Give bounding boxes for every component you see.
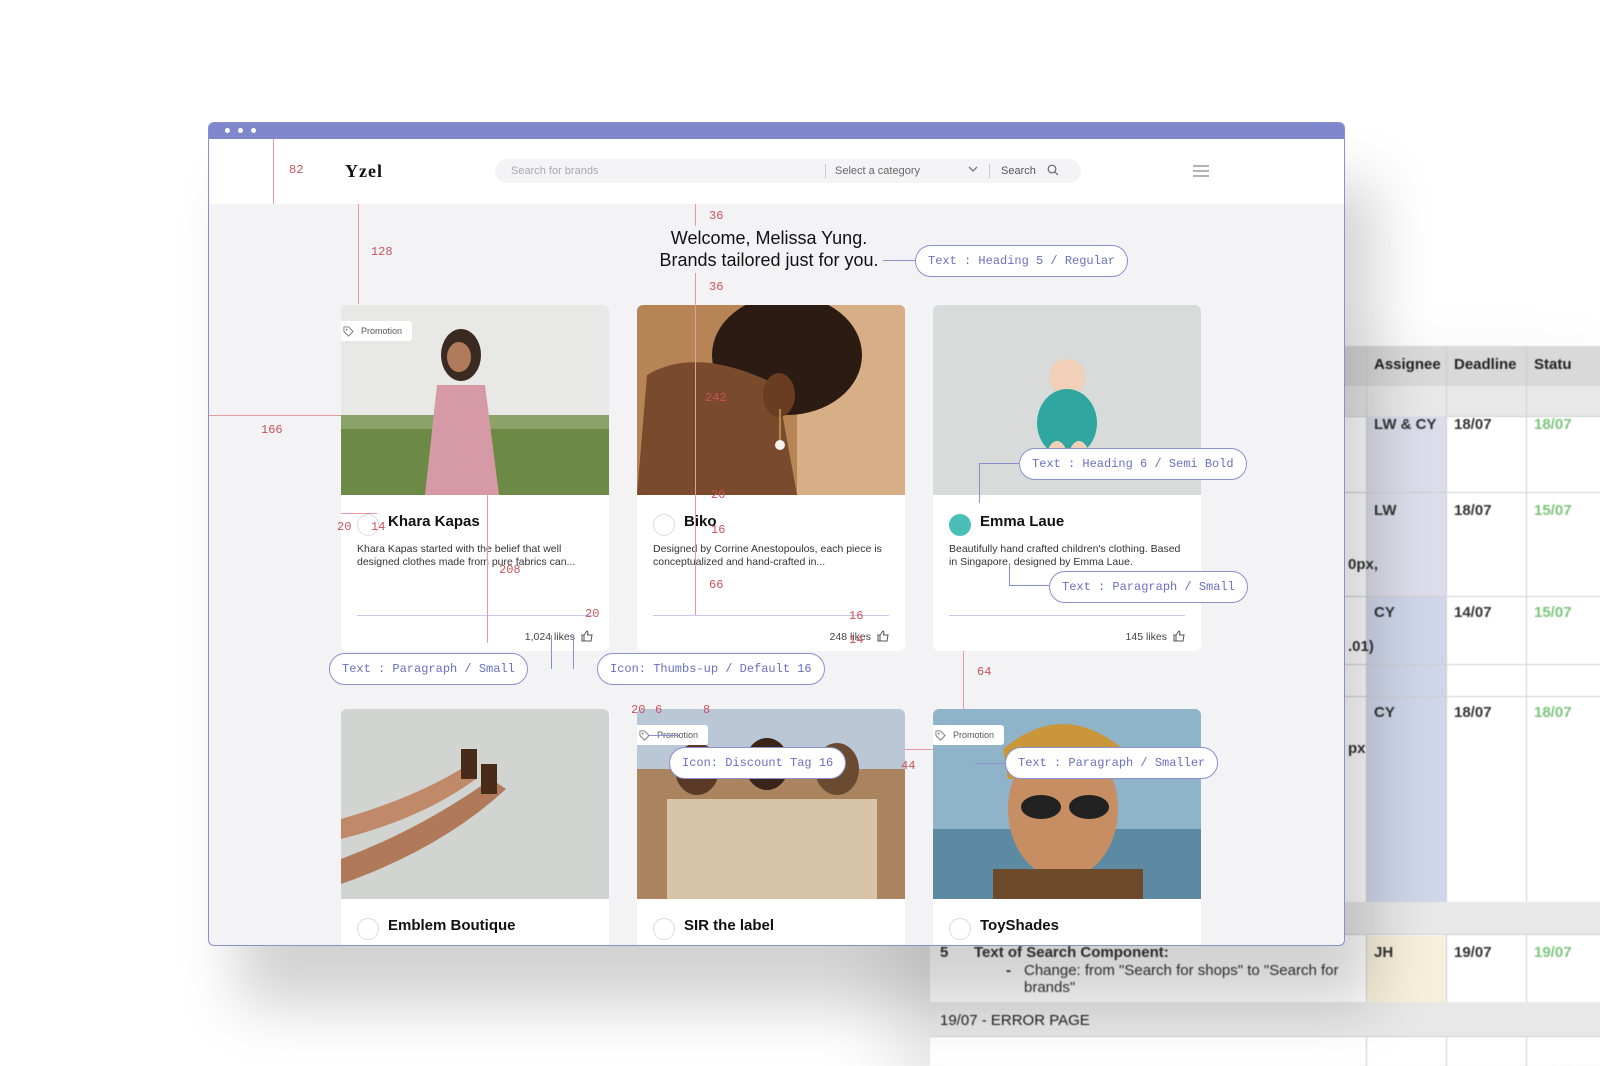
spacing-annotation: 36 [709, 209, 724, 223]
discount-tag-icon [343, 326, 354, 337]
promotion-label: Promotion [953, 730, 995, 740]
promotion-badge: Promotion [933, 725, 1005, 745]
spacing-annotation: 166 [261, 423, 283, 437]
style-annotation: Text : Paragraph / Small [329, 653, 528, 685]
spacing-annotation: 20 [711, 488, 726, 502]
thumbs-up-icon[interactable] [581, 630, 593, 642]
sheet-side-note: px [1348, 740, 1366, 757]
likes-count: 145 likes [1125, 631, 1167, 643]
sheet-header-deadline: Deadline [1454, 356, 1517, 373]
category-select[interactable]: Select a category [835, 165, 920, 177]
brand-name[interactable]: SIR the label [684, 917, 774, 934]
thumbs-up-icon[interactable] [1173, 630, 1185, 642]
window-dot-icon[interactable] [238, 128, 243, 133]
discount-tag-icon [935, 730, 946, 741]
card-divider [357, 615, 593, 616]
card-divider [949, 615, 1185, 616]
spacing-annotation: 8 [703, 703, 711, 717]
style-annotation: Text : Heading 5 / Regular [915, 245, 1129, 277]
brand-card[interactable]: Promotion ToyShades [933, 709, 1201, 945]
style-annotation: Text : Paragraph / Smaller [1005, 747, 1219, 779]
search-button[interactable]: Search [1001, 165, 1036, 177]
brand-image [341, 709, 609, 899]
sheet-section-label: 19/07 - ERROR PAGE [940, 1012, 1090, 1029]
sheet-side-note: 0px, [1348, 556, 1379, 573]
spacing-annotation: 20 [337, 520, 352, 534]
spacing-annotation: 20 [631, 703, 646, 717]
style-annotation: Icon: Discount Tag 16 [669, 747, 847, 779]
brand-image [637, 305, 905, 495]
search-input[interactable] [511, 159, 811, 183]
spacing-annotation: 36 [709, 280, 724, 294]
brand-card[interactable]: Promotion SIR the label [637, 709, 905, 945]
search-bar: Select a category Search [495, 159, 1081, 183]
search-icon[interactable] [1047, 164, 1059, 176]
spacing-annotation: 20 [585, 607, 600, 621]
window-dot-icon[interactable] [225, 128, 230, 133]
style-annotation: Icon: Thumbs-up / Default 16 [597, 653, 825, 685]
spacing-annotation: 208 [499, 563, 521, 577]
site-header: Yzel Select a category Search [209, 139, 1344, 204]
window-dot-icon[interactable] [251, 128, 256, 133]
sheet-header-assignee: Assignee [1374, 356, 1441, 373]
spacing-annotation: 6 [655, 703, 663, 717]
spacing-annotation: 14 [849, 633, 864, 647]
spacing-annotation: 44 [901, 759, 916, 773]
spacing-annotation: 128 [371, 245, 393, 259]
spacing-annotation: 16 [711, 523, 726, 537]
site-logo[interactable]: Yzel [345, 161, 383, 182]
sheet-side-note: .01) [1348, 638, 1374, 655]
brand-card[interactable]: Promotion Khara Kapas Khara Kapas starte… [341, 305, 609, 651]
brand-description: Beautifully hand crafted children's clot… [949, 543, 1181, 568]
brand-logo-icon [949, 918, 971, 940]
brand-logo-icon [653, 918, 675, 940]
spacing-annotation: 66 [709, 578, 724, 592]
browser-window: Yzel Select a category Search Welcome, M… [208, 122, 1345, 946]
brand-logo-icon [949, 514, 971, 536]
assignee-shade-blue [1366, 596, 1446, 926]
thumbs-up-icon[interactable] [877, 630, 889, 642]
promotion-badge: Promotion [341, 321, 413, 341]
style-annotation: Text : Paragraph / Small [1049, 571, 1248, 603]
spacing-annotation: 14 [371, 520, 386, 534]
brand-name[interactable]: Khara Kapas [388, 513, 480, 530]
brand-card[interactable]: Biko Designed by Corrine Anestopoulos, e… [637, 305, 905, 651]
likes-count: 1,024 likes [524, 631, 575, 643]
spacing-annotation: 82 [289, 163, 304, 177]
brand-logo-icon [357, 918, 379, 940]
spacing-annotation: 64 [977, 665, 992, 679]
brand-description: Khara Kapas started with the belief that… [357, 543, 576, 568]
brand-card[interactable]: Emblem Boutique [341, 709, 609, 945]
brand-description: Designed by Corrine Anestopoulos, each p… [653, 543, 882, 568]
brand-name[interactable]: Emma Laue [980, 513, 1064, 530]
sheet-header-status: Statu [1534, 356, 1572, 373]
spacing-annotation: 16 [849, 609, 864, 623]
spacing-annotation: 242 [705, 391, 727, 405]
style-annotation: Text : Heading 6 / Semi Bold [1019, 448, 1247, 480]
brand-name[interactable]: Emblem Boutique [388, 917, 516, 934]
window-titlebar [209, 123, 1344, 139]
chevron-down-icon[interactable] [967, 163, 979, 175]
brand-logo-icon [653, 514, 675, 536]
promotion-label: Promotion [361, 326, 403, 336]
brand-name[interactable]: ToyShades [980, 917, 1059, 934]
hamburger-menu-icon[interactable] [1193, 165, 1209, 177]
